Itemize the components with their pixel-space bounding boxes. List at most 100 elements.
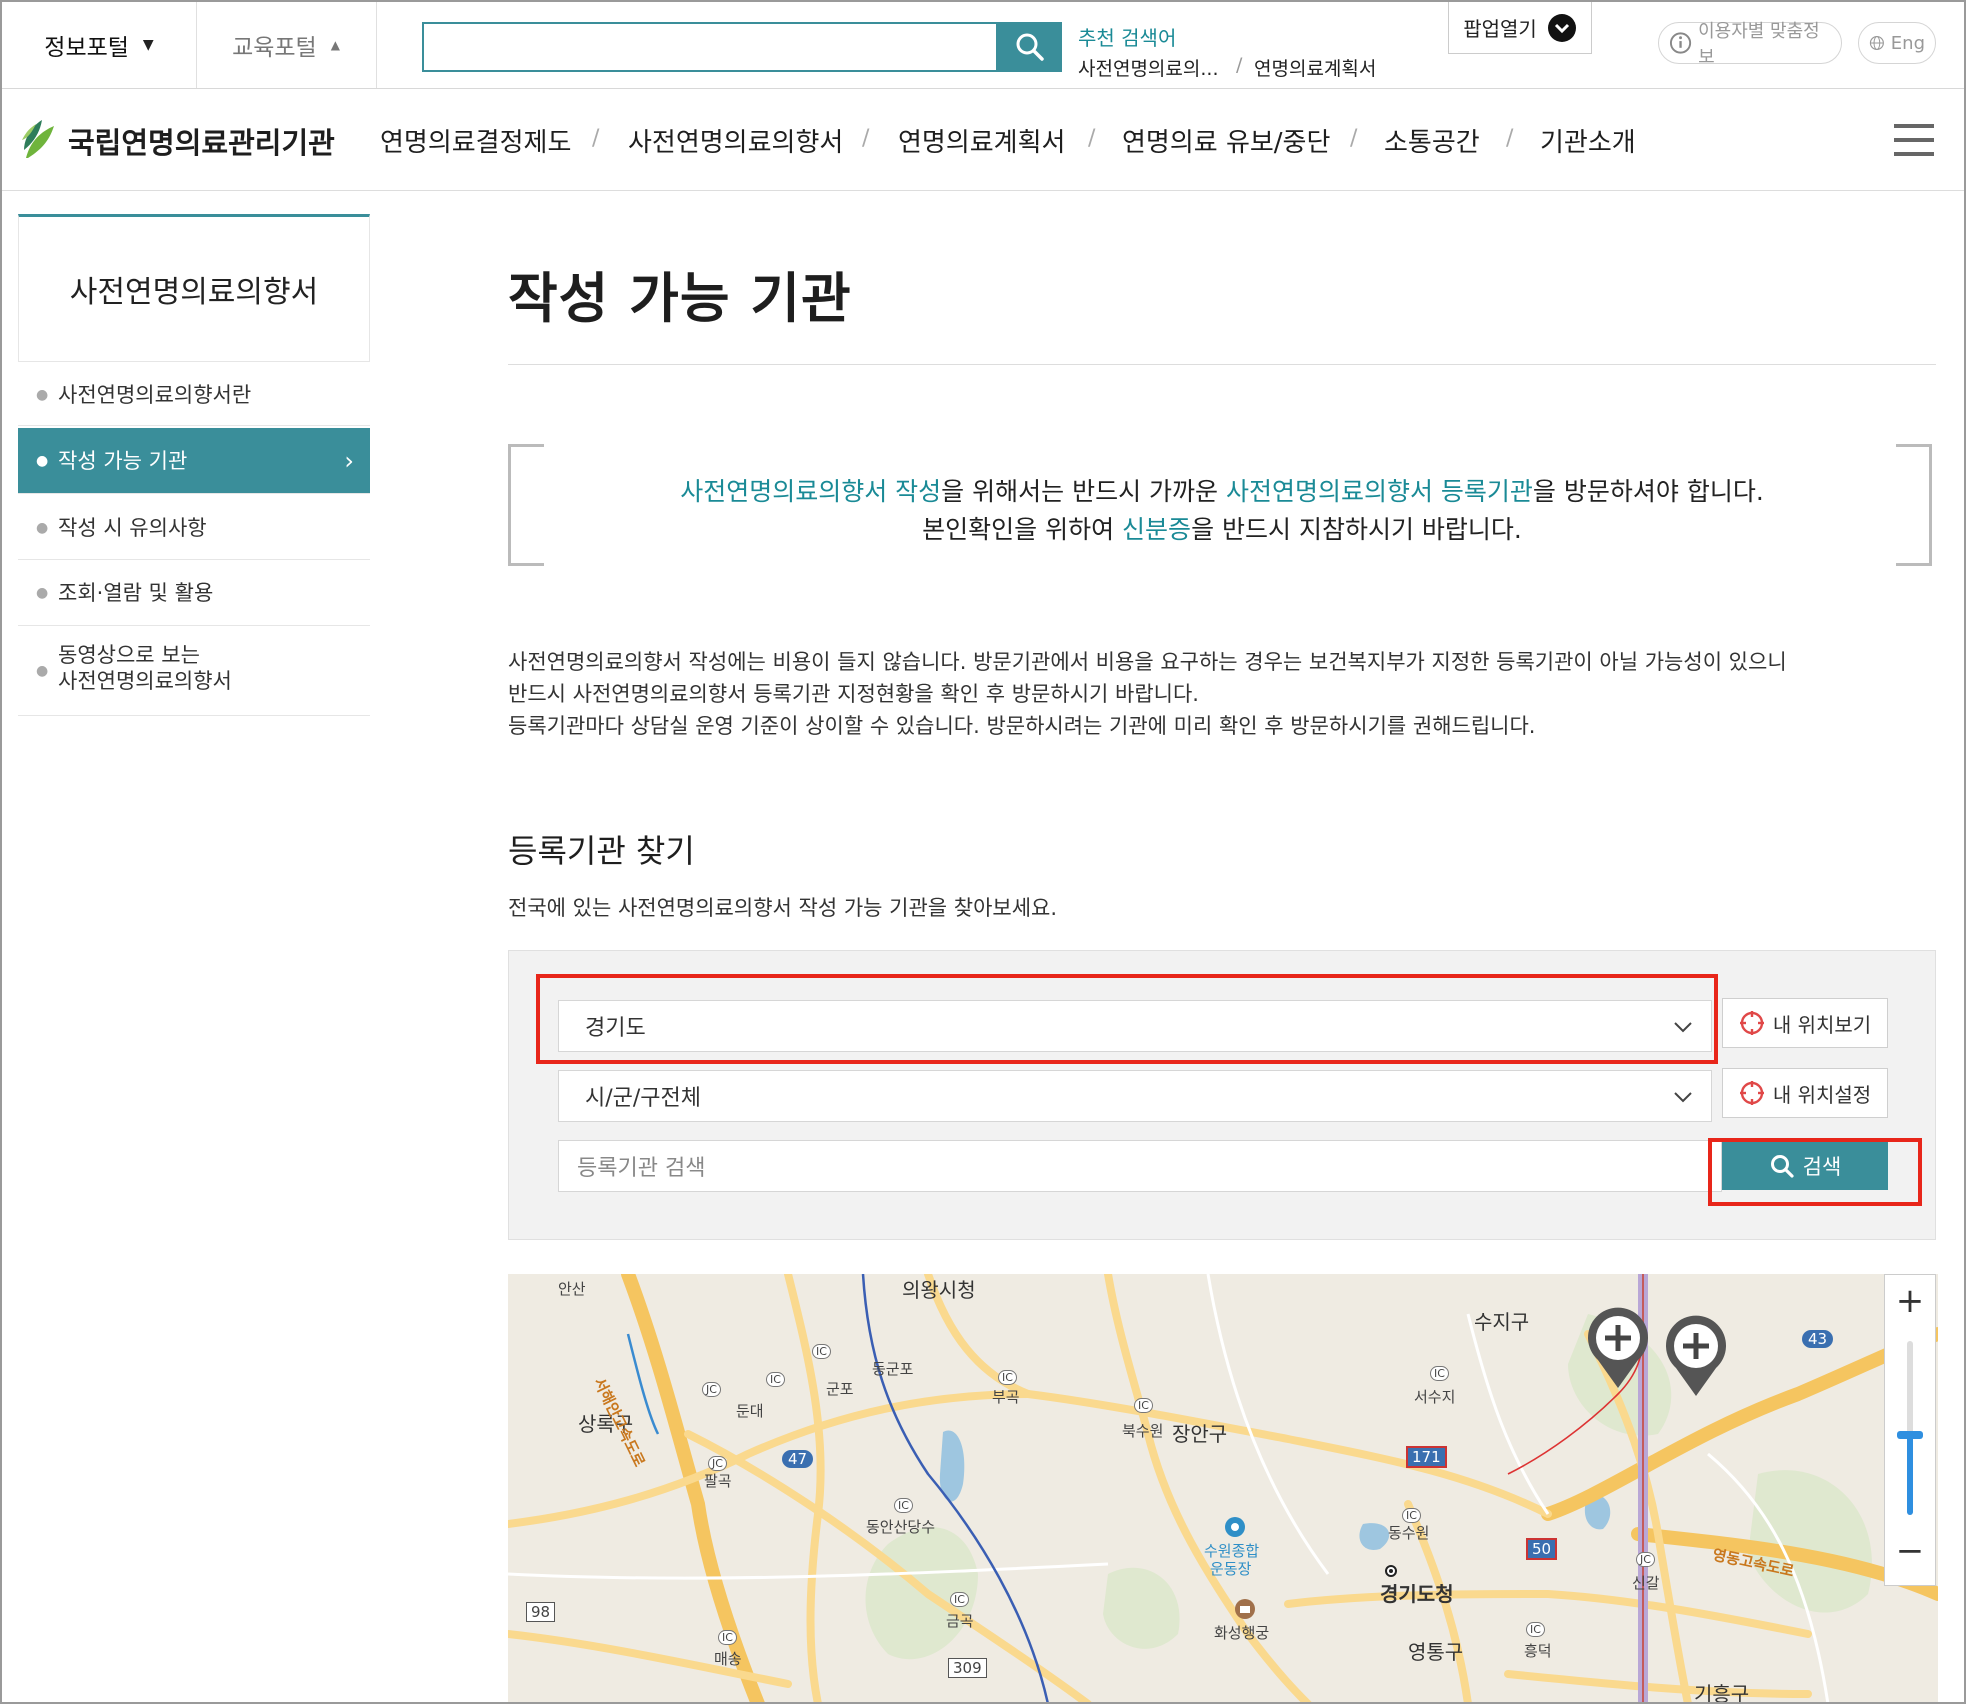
search-icon [1016,33,1044,61]
notice-text: 본인확인을 위하여 [922,515,1123,544]
hamburger-menu-icon[interactable] [1894,122,1934,158]
sidebar-item-label: 작성 시 유의사항 [58,516,207,540]
language-label: Eng [1890,32,1925,54]
info-paragraph-line: 사전연명의료의향서 작성에는 비용이 들지 않습니다. 방문기관에서 비용을 요… [508,650,1787,674]
map-label: 신갈 [1632,1574,1660,1592]
sidebar-item-label: 작성 가능 기관 [58,449,188,473]
map-view[interactable]: 의왕시청 수지구 상록구 서수지 장안구 북수원 동수원 경기도청 영통구 기흥… [508,1274,1938,1704]
map-label: 안산 [558,1280,586,1298]
my-location-view-button[interactable]: 내 위치보기 [1722,998,1888,1048]
notice-bracket-left [508,444,544,566]
bullet-icon: ● [36,520,49,536]
route-shield: 309 [948,1658,987,1678]
map-label: 팔곡 [704,1472,732,1490]
map-label: 동안산당수 [866,1518,936,1536]
landmark-poi-icon [1235,1599,1255,1619]
map-label: 금곡 [946,1612,974,1630]
jc-badge: JC [702,1382,721,1397]
recommend-sep: / [1236,54,1243,76]
map-label: 의왕시청 [902,1278,976,1302]
ic-badge: IC [950,1592,969,1607]
crosshair-icon [1739,1081,1764,1105]
page-title: 작성 가능 기관 [508,267,852,330]
route-shield: 171 [1406,1446,1447,1468]
nav-item-decision[interactable]: 연명의료결정제도 [380,122,571,159]
ic-badge: IC [812,1344,831,1359]
nav-separator: / [1350,126,1358,151]
map-label: 경기도청 [1380,1582,1454,1606]
bullet-icon: ● [36,663,49,679]
global-search-button[interactable] [998,22,1062,72]
org-search-input[interactable]: 등록기관 검색 [558,1140,1722,1192]
map-marker-plus-icon[interactable] [1584,1306,1652,1390]
user-info-button[interactable]: 이용자별 맞춤정보 [1658,21,1842,68]
zoom-out-button[interactable]: − [1885,1531,1935,1571]
chevron-right-icon: › [344,447,354,475]
recommend-item[interactable]: 연명의료계획서 [1254,54,1376,81]
popup-open-button[interactable]: 팝업열기 [1448,2,1592,54]
site-logo-text[interactable]: 국립연명의료관리기관 [68,120,335,162]
map-label: 동수원 [1388,1524,1430,1542]
zoom-slider-handle[interactable] [1897,1431,1923,1439]
map-label: 영통구 [1408,1640,1464,1664]
sidebar-item-video[interactable]: ● 동영상으로 보는 사전연명의료의향서 [18,626,370,716]
zoom-slider-fill [1907,1435,1913,1515]
zoom-in-button[interactable]: + [1885,1281,1935,1321]
nav-item-advance-directive[interactable]: 사전연명의료의향서 [628,122,843,159]
sidebar-item-label: 사전연명의료의향서란 [58,383,252,407]
sidebar-title: 사전연명의료의향서 [18,214,370,362]
nav-item-community[interactable]: 소통공간 [1384,122,1480,159]
logo-leaf-icon[interactable] [20,118,58,162]
map-label: 매송 [714,1650,742,1668]
notice-text: 을 방문하셔야 합니다. [1532,477,1764,506]
recommend-item[interactable]: 사전연명의료의... [1078,54,1218,81]
ic-badge: IC [1430,1366,1449,1381]
map-label: 부곡 [992,1388,1020,1406]
caret-up-icon: ▲ [330,38,340,52]
sidebar-item-available-orgs[interactable]: ● 작성 가능 기관 › [18,428,370,494]
edu-portal-label: 교육포털 [232,35,317,61]
info-portal-button[interactable]: 정보포털 ▼ [2,2,197,88]
nav-separator: / [862,126,870,151]
map-label: 화성행궁 [1214,1624,1270,1642]
global-search-input[interactable] [422,22,998,72]
sidebar-item-about-directive[interactable]: ● 사전연명의료의향서란 [18,364,370,426]
nav-item-care-plan[interactable]: 연명의료계획서 [898,122,1065,159]
recommend-label: 추천 검색어 [1078,26,1177,50]
map-label: 운동장 [1210,1560,1252,1578]
info-paragraph-line: 등록기관마다 상담실 운영 기준이 상이할 수 있습니다. 방문하시려는 기관에… [508,714,1536,738]
sidebar-item-label-2: 사전연명의료의향서 [58,669,232,693]
sidebar-item-notes[interactable]: ● 작성 시 유의사항 [18,496,370,560]
map-label: 기흥구 [1694,1682,1750,1704]
my-location-set-button[interactable]: 내 위치설정 [1722,1068,1888,1118]
browser-frame: 정보포털 ▼ 교육포털 ▲ 추천 검색어 사전연명의료의... / 연명의료계획… [0,0,1966,1704]
info-icon [1669,32,1692,54]
language-button[interactable]: Eng [1858,22,1936,64]
sidebar-item-view-use[interactable]: ● 조회·열람 및 활용 [18,560,370,626]
route-shield: 98 [526,1602,556,1622]
notice-highlight: 사전연명의료의향서 등록기관 [1225,477,1533,506]
top-utility-bar: 정보포털 ▼ 교육포털 ▲ 추천 검색어 사전연명의료의... / 연명의료계획… [2,2,1964,89]
my-location-set-label: 내 위치설정 [1772,1082,1872,1107]
info-portal-label: 정보포털 [44,35,129,61]
edu-portal-button[interactable]: 교육포털 ▲ [196,2,377,88]
my-location-view-label: 내 위치보기 [1772,1012,1872,1037]
jc-badge: JC [1636,1552,1655,1567]
info-paragraph-line: 반드시 사전연명의료의향서 등록기관 지정현황을 확인 후 방문하시기 바랍니다… [508,682,1199,706]
map-label: 북수원 [1122,1422,1164,1440]
route-shield: 43 [1802,1330,1834,1348]
map-label: 장안구 [1172,1422,1228,1446]
finder-title: 등록기관 찾기 [508,832,695,870]
highlight-box-province [536,974,1718,1064]
map-label: 수지구 [1474,1310,1530,1334]
ic-badge: IC [1402,1508,1421,1523]
nav-item-withdrawal[interactable]: 연명의료 유보/중단 [1122,122,1330,159]
finder-description: 전국에 있는 사전연명의료의향서 작성 가능 기관을 찾아보세요. [508,896,1058,920]
ic-badge: IC [998,1370,1017,1385]
map-marker-plus-icon[interactable] [1662,1314,1730,1398]
ic-badge: IC [1134,1398,1153,1413]
nav-item-about[interactable]: 기관소개 [1540,122,1636,159]
city-select-value: 시/군/구전체 [585,1086,702,1111]
city-select[interactable]: 시/군/구전체 [558,1070,1712,1122]
notice-bracket-right [1896,444,1932,566]
